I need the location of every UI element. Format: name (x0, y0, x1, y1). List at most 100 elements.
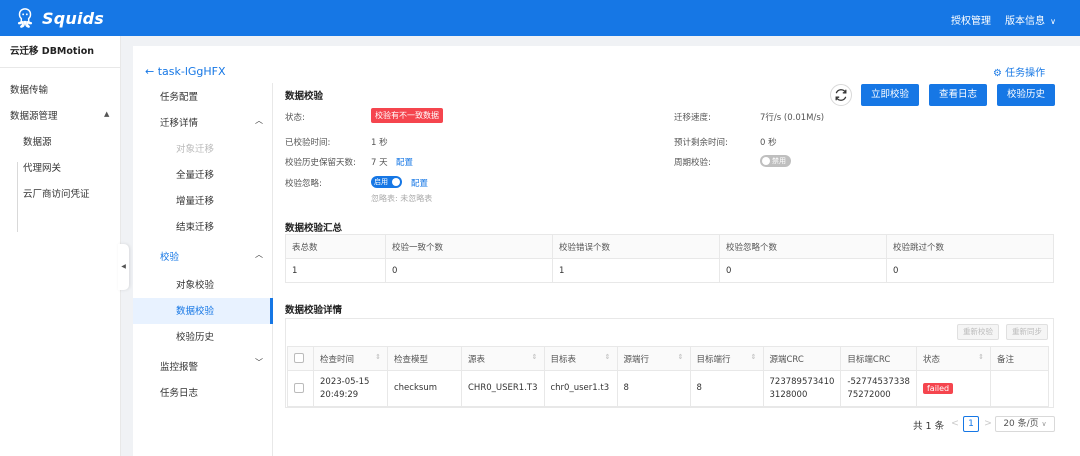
source-rows-cell: 8 (616, 370, 691, 407)
menu-item-object-verify[interactable]: 对象校验 (176, 277, 214, 291)
ignore-toggle[interactable]: 启用 (371, 176, 402, 188)
periodic-toggle[interactable]: 禁用 (760, 155, 791, 167)
table-header-row: 检查时间 ⇕ 检查模型 源表 ⇕ 目标表 ⇕ 源端行 ⇕ 目标端行 ⇕ 源端CRC 目标端… (287, 346, 1050, 371)
sidebar-item-cloud-credentials[interactable]: 云厂商访问凭证 (23, 186, 90, 200)
column-header: 源端CRC (762, 346, 842, 371)
version-info-label: 版本信息 (1004, 16, 1045, 27)
target-rows-cell: 8 (689, 370, 764, 407)
resync-button[interactable]: 重新同步 (1006, 324, 1048, 340)
target-table-cell: chr0_user1.t3 (543, 370, 618, 407)
details-table: 检查时间 ⇕ 检查模型 源表 ⇕ 目标表 ⇕ 源端行 ⇕ 目标端行 ⇕ 源端CRC 目标端… (287, 346, 1050, 407)
column-header-status[interactable]: 状态 ⇕ (915, 346, 991, 371)
column-header-label: 目标表 (550, 354, 577, 365)
sidebar-title: 云迁移 DBMotion (0, 36, 120, 68)
retention-config-link[interactable]: 配置 (396, 156, 413, 168)
reverify-button[interactable]: 重新校验 (957, 324, 999, 340)
menu-item-end-migration[interactable]: 结束迁移 (176, 219, 214, 233)
menu-item-monitor-alert[interactable]: 监控报警 (160, 359, 198, 373)
verify-history-button[interactable]: 校验历史 (997, 84, 1055, 106)
sort-icon[interactable]: ⇕ (678, 353, 684, 361)
auth-management-link[interactable]: 授权管理 (951, 12, 991, 27)
back-to-task-link[interactable]: ← task-lGgHFX (145, 65, 226, 78)
sort-icon[interactable]: ⇕ (751, 353, 757, 361)
view-log-button[interactable]: 查看日志 (929, 84, 987, 106)
column-header: 表总数 (285, 234, 386, 259)
menu-item-task-log[interactable]: 任务日志 (160, 385, 198, 399)
sidebar-item-data-transfer[interactable]: 数据传输 (10, 82, 48, 96)
arrow-left-icon: ← (145, 65, 155, 78)
pager-page-1[interactable]: 1 (963, 416, 979, 432)
column-header: 校验跳过个数 (886, 234, 1054, 259)
section-title-data-verify: 数据校验 (285, 91, 324, 102)
version-info-menu[interactable]: 版本信息 ∨ (1005, 12, 1056, 27)
check-date: 2023-05-15 (320, 376, 370, 387)
main-sidebar: 云迁移 DBMotion 数据传输 数据源管理 ▲ 数据源 代理网关 云厂商访问… (0, 36, 121, 456)
sidebar-item-proxy-gateway[interactable]: 代理网关 (23, 160, 61, 174)
ignore-config-link[interactable]: 配置 (411, 177, 428, 189)
menu-item-migration-detail[interactable]: 迁移详情 (160, 115, 198, 129)
table-cell: 0 (385, 258, 553, 283)
menu-item-verify[interactable]: 校验 (160, 249, 179, 263)
verify-now-button[interactable]: 立即校验 (861, 84, 919, 106)
menu-item-object-migration: 对象迁移 (176, 144, 215, 155)
sidebar-collapse-button[interactable]: ◀ (118, 244, 129, 290)
periodic-label: 周期校验: (674, 158, 711, 168)
table-row: 2023-05-15 20:49:29 checksum CHR0_USER1.T… (287, 370, 1050, 407)
sort-icon[interactable]: ⇕ (978, 353, 984, 361)
column-header: 检查模型 (387, 346, 462, 371)
sort-icon[interactable]: ⇕ (375, 353, 381, 361)
refresh-button[interactable] (830, 84, 852, 106)
refresh-icon (835, 89, 847, 101)
chevron-up-icon[interactable]: ︿ (255, 249, 263, 260)
sort-icon[interactable]: ⇕ (532, 353, 538, 361)
task-operation-button[interactable]: ⚙ 任务操作 (993, 64, 1045, 79)
ignore-toggle-label: 启用 (374, 178, 388, 186)
chevron-down-icon: ∨ (1050, 17, 1056, 26)
sidebar-item-datasource-mgmt[interactable]: 数据源管理 (10, 108, 58, 122)
pager-total: 共 1 条 (913, 421, 945, 432)
elapsed-label: 已校验时间: (285, 138, 331, 148)
task-menu: 任务配置 迁移详情 ︿ 对象迁移 全量迁移 增量迁移 结束迁移 校验 ︿ 对象校… (133, 83, 273, 456)
status-label: 状态: (285, 113, 305, 123)
column-header-label: 目标端行 (696, 354, 731, 365)
chevron-down-icon[interactable]: ﹀ (255, 357, 263, 368)
pager-next-icon[interactable]: > (984, 418, 992, 429)
column-header-time[interactable]: 检查时间 ⇕ (313, 346, 388, 371)
select-all-checkbox[interactable] (294, 353, 304, 364)
table-cell: 0 (719, 258, 887, 283)
column-header-target[interactable]: 目标表 ⇕ (543, 346, 618, 371)
sidebar-item-datasource[interactable]: 数据源 (23, 134, 52, 148)
toggle-knob (392, 178, 400, 186)
table-header-row: 表总数 校验一致个数 校验错误个数 校验忽略个数 校验跳过个数 (285, 234, 1054, 259)
summary-table: 表总数 校验一致个数 校验错误个数 校验忽略个数 校验跳过个数 1 0 1 0 … (285, 234, 1054, 283)
periodic-toggle-label: 禁用 (772, 157, 786, 165)
menu-item-task-config[interactable]: 任务配置 (160, 89, 198, 103)
status-cell: failed (915, 370, 991, 407)
chevron-up-icon[interactable]: ︿ (255, 115, 263, 126)
check-clock: 20:49:29 (320, 389, 359, 400)
menu-item-verify-history[interactable]: 校验历史 (176, 329, 214, 343)
speed-label: 迁移速度: (674, 113, 711, 123)
sort-icon[interactable]: ⇕ (605, 353, 611, 361)
caret-left-icon: ◀ (121, 263, 126, 270)
ignore-table-hint: 忽略表: 未忽略表 (371, 194, 433, 203)
menu-item-data-verify[interactable]: 数据校验 (176, 303, 214, 317)
pager-prev-icon[interactable]: < (951, 418, 959, 429)
elapsed-value: 1 秒 (371, 138, 388, 148)
column-header-label: 状态 (922, 354, 940, 365)
sidebar-tree-line (17, 162, 18, 232)
caret-up-icon[interactable]: ▲ (104, 110, 109, 118)
app-logo[interactable]: Squids (14, 7, 104, 29)
source-crc-cell: 723789573410 3128000 (762, 370, 842, 407)
column-header-label: 检查时间 (320, 354, 355, 365)
column-header-source-rows[interactable]: 源端行 ⇕ (616, 346, 691, 371)
page-size-select[interactable]: 20 条/页 ∨ (995, 416, 1055, 432)
column-header-source[interactable]: 源表 ⇕ (461, 346, 545, 371)
menu-item-full-migration[interactable]: 全量迁移 (176, 167, 214, 181)
table-row: 1 0 1 0 0 (285, 258, 1054, 283)
retention-label: 校验历史保留天数: (285, 158, 356, 168)
row-checkbox[interactable] (294, 382, 304, 393)
column-header-target-rows[interactable]: 目标端行 ⇕ (689, 346, 764, 371)
target-crc-cell: -52774537338 75272000 (840, 370, 917, 407)
menu-item-incr-migration[interactable]: 增量迁移 (176, 193, 214, 207)
